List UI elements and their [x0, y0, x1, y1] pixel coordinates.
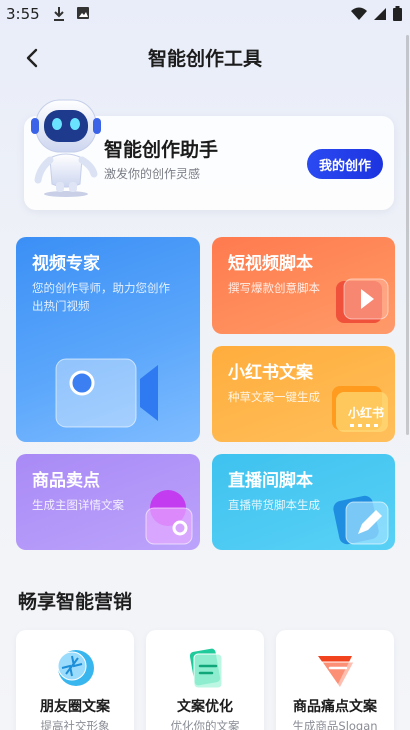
image-icon	[77, 7, 89, 19]
card-title: 视频专家	[32, 254, 100, 274]
marketing-item-title: 文案优化	[177, 699, 233, 715]
download-icon	[54, 7, 64, 21]
marketing-item-copy-optimization[interactable]: 文案优化 优化你的文案	[146, 630, 264, 730]
card-subtitle: 您的创作导师，助力您创作 出热门视频	[32, 279, 170, 315]
marketing-item-subtitle: 生成商品Slogan	[292, 719, 378, 730]
play-icon	[336, 278, 389, 323]
status-bar: 3:55	[0, 0, 410, 28]
signal-icon	[374, 7, 386, 20]
marketing-item-title: 朋友圈文案	[40, 699, 110, 715]
card-subtitle-line: 您的创作导师，助力您创作	[32, 281, 170, 295]
status-time: 3:55	[6, 5, 40, 23]
card-title: 小红书文案	[228, 363, 313, 383]
robot-icon	[31, 99, 101, 197]
card-subtitle: 种草文案一键生成	[228, 390, 320, 404]
section-title-marketing: 畅享智能营销	[18, 591, 133, 613]
assistant-subtitle: 激发你的创作灵感	[104, 167, 201, 181]
shopping-bag-icon	[145, 490, 193, 545]
my-creations-button[interactable]: 我的创作	[307, 149, 383, 179]
marketing-item-moments-copy[interactable]: 朋友圈文案 提高社交形象	[16, 630, 134, 730]
document-optimize-icon	[189, 648, 223, 689]
xiaohongshu-badge: 小红书	[348, 406, 385, 420]
card-title: 直播间脚本	[228, 471, 313, 491]
wifi-icon	[351, 7, 367, 20]
feature-card-live-script[interactable]: 直播间脚本 直播带货脚本生成	[212, 454, 395, 550]
scrollbar[interactable]	[406, 35, 409, 435]
marketing-item-title: 商品痛点文案	[293, 699, 377, 715]
card-subtitle-line: 出热门视频	[32, 299, 90, 313]
status-right	[351, 6, 402, 21]
feature-card-xiaohongshu-copy[interactable]: 小红书文案 种草文案一键生成 小红书	[212, 346, 395, 442]
marketing-item-subtitle: 提高社交形象	[40, 719, 110, 730]
feature-card-short-video-script[interactable]: 短视频脚本 撰写爆款创意脚本	[212, 237, 395, 334]
card-title: 短视频脚本	[228, 254, 313, 274]
card-subtitle: 撰写爆款创意脚本	[228, 281, 320, 295]
card-title: 商品卖点	[32, 471, 100, 491]
feature-card-video-expert[interactable]: 视频专家 您的创作导师，助力您创作 出热门视频	[16, 237, 200, 442]
card-subtitle: 生成主图详情文案	[32, 498, 124, 512]
marketing-item-pain-point-copy[interactable]: 商品痛点文案 生成商品Slogan	[276, 630, 394, 730]
video-camera-icon	[55, 358, 158, 428]
card-subtitle: 直播带货脚本生成	[228, 498, 320, 512]
feature-card-product-selling-points[interactable]: 商品卖点 生成主图详情文案	[16, 454, 200, 550]
page-title: 智能创作工具	[147, 48, 262, 70]
megaphone-icon	[318, 656, 355, 689]
battery-icon	[393, 6, 402, 21]
marketing-item-subtitle: 优化你的文案	[170, 719, 240, 730]
moments-icon	[57, 650, 94, 686]
assistant-title: 智能创作助手	[104, 139, 219, 161]
edit-pen-icon	[333, 495, 389, 545]
